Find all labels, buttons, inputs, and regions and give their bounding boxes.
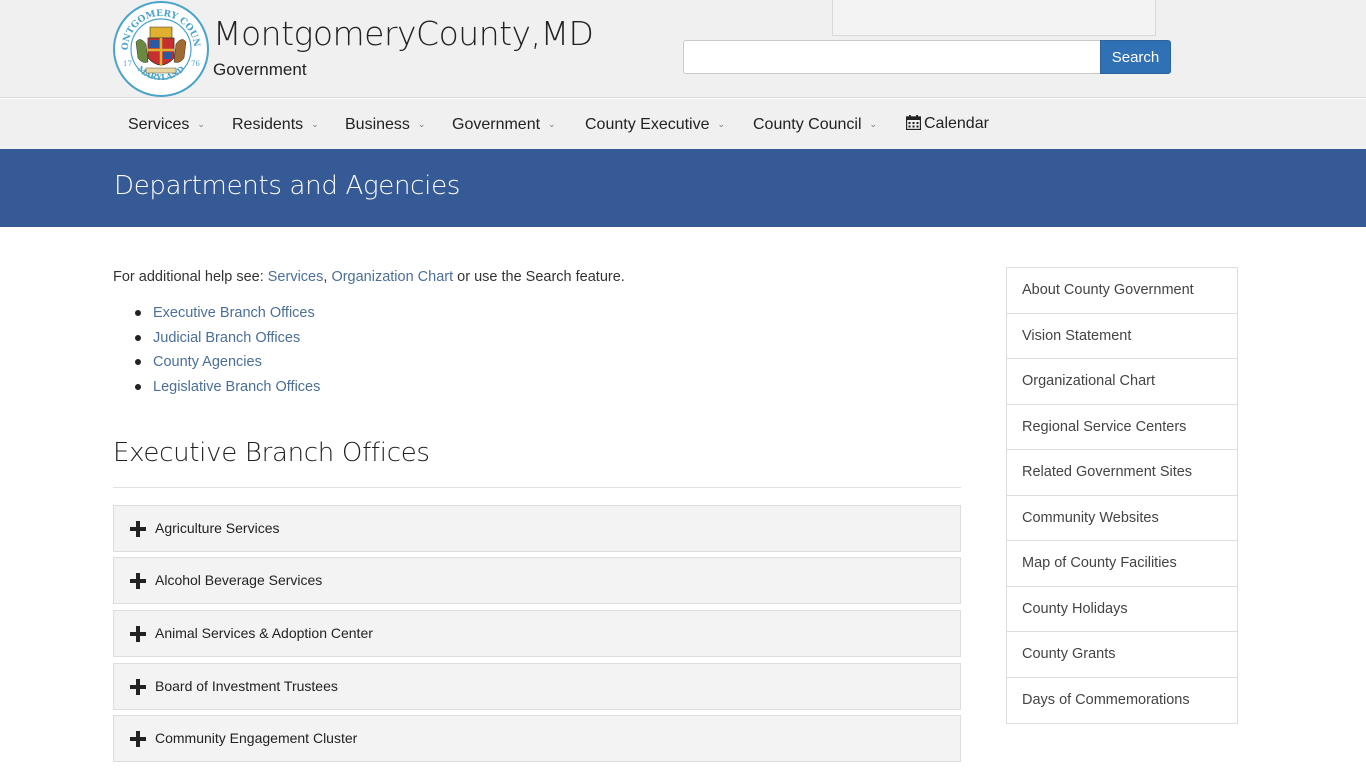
accordion-item-agriculture-services[interactable]: Agriculture Services [113, 505, 961, 552]
nav-item-label: Residents [232, 116, 304, 133]
nav-item-label: Calendar [924, 115, 989, 132]
organization-chart-link[interactable]: Organization Chart [331, 269, 453, 285]
nav-item-label: County Council [753, 116, 862, 133]
nav-item-services[interactable]: Services ⌄ [128, 99, 205, 149]
nav-item-government[interactable]: Government ⌄ [452, 99, 556, 149]
sidebar-item-county-holidays[interactable]: County Holidays [1007, 587, 1237, 632]
plus-icon [130, 679, 146, 695]
plus-icon [130, 626, 146, 642]
sidebar-item-vision-statement[interactable]: Vision Statement [1007, 314, 1237, 359]
chevron-down-icon: ⌄ [417, 119, 426, 129]
nav-item-county-executive[interactable]: County Executive ⌄ [585, 99, 725, 149]
intro-text: For additional help see: Services, Organ… [113, 269, 625, 285]
sidebar-menu: About County Government Vision Statement… [1006, 267, 1238, 724]
top-utility-box [832, 0, 1156, 36]
sidebar-item-regional-service-centers[interactable]: Regional Service Centers [1007, 405, 1237, 450]
page-banner: Departments and Agencies [0, 149, 1366, 227]
seal-year-right: 76 [191, 60, 200, 68]
sidebar-item-days-of-commemorations[interactable]: Days of Commemorations [1007, 678, 1237, 724]
plus-icon [130, 731, 146, 747]
section-divider [113, 487, 961, 488]
sidebar-item-map-of-county-facilities[interactable]: Map of County Facilities [1007, 541, 1237, 587]
search-input[interactable] [683, 40, 1101, 74]
toc-link-county-agencies[interactable]: County Agencies [153, 354, 262, 370]
accordion-item-animal-services[interactable]: Animal Services & Adoption Center [113, 610, 961, 657]
sidebar-item-about-county-government[interactable]: About County Government [1007, 268, 1237, 314]
site-title[interactable]: MontgomeryCounty,MD [213, 14, 594, 53]
plus-icon [130, 521, 146, 537]
sidebar-item-community-websites[interactable]: Community Websites [1007, 496, 1237, 541]
chevron-down-icon: ⌄ [717, 119, 726, 129]
chevron-down-icon: ⌄ [311, 119, 319, 129]
calendar-icon [906, 115, 921, 130]
county-seal-logo[interactable]: MONTGOMERY COUNTY MARYLAND 17 76 [112, 0, 210, 98]
nav-item-label: Services [128, 116, 190, 133]
accordion-label: Board of Investment Trustees [155, 678, 338, 694]
accordion-item-board-of-investment-trustees[interactable]: Board of Investment Trustees [113, 663, 961, 710]
accordion-label: Alcohol Beverage Services [155, 572, 323, 588]
seal-year-left: 17 [123, 60, 132, 68]
nav-item-residents[interactable]: Residents ⌄ [232, 99, 319, 149]
accordion-label: Community Engagement Cluster [155, 730, 358, 746]
nav-item-calendar[interactable]: Calendar [906, 99, 989, 149]
accordion-label: Animal Services & Adoption Center [155, 625, 373, 641]
sidebar-item-organizational-chart[interactable]: Organizational Chart [1007, 359, 1237, 405]
main-navigation: Services ⌄ Residents ⌄ Business ⌄ Governmen… [0, 99, 1366, 149]
site-subtitle: Government [213, 60, 307, 79]
search-button[interactable]: Search [1100, 40, 1171, 74]
toc-link-executive-branch[interactable]: Executive Branch Offices [153, 305, 315, 321]
page-title: Departments and Agencies [114, 171, 461, 201]
nav-item-label: Government [452, 116, 541, 133]
nav-item-label: County Executive [585, 116, 710, 133]
site-header: MONTGOMERY COUNTY MARYLAND 17 76 Montgom… [0, 0, 1366, 98]
list-item: Legislative Branch Offices [134, 377, 320, 402]
sidebar-item-county-grants[interactable]: County Grants [1007, 632, 1237, 678]
accordion-item-alcohol-beverage-services[interactable]: Alcohol Beverage Services [113, 557, 961, 604]
plus-icon [130, 573, 146, 589]
accordion-item-community-engagement-cluster[interactable]: Community Engagement Cluster [113, 715, 961, 762]
toc-link-legislative-branch[interactable]: Legislative Branch Offices [153, 379, 320, 395]
intro-suffix: or use the Search feature. [453, 269, 625, 285]
toc-link-judicial-branch[interactable]: Judicial Branch Offices [153, 330, 300, 346]
list-item: Judicial Branch Offices [134, 328, 320, 353]
list-item: County Agencies [134, 352, 320, 377]
list-item: Executive Branch Offices [134, 303, 320, 328]
section-heading: Executive Branch Offices [113, 438, 430, 468]
nav-item-label: Business [345, 116, 410, 133]
section-links-list: Executive Branch Offices Judicial Branch… [134, 303, 320, 402]
sidebar-item-related-government-sites[interactable]: Related Government Sites [1007, 450, 1237, 496]
nav-item-business[interactable]: Business ⌄ [345, 99, 425, 149]
intro-prefix: For additional help see: [113, 269, 268, 285]
chevron-down-icon: ⌄ [548, 119, 556, 129]
nav-item-county-council[interactable]: County Council ⌄ [753, 99, 877, 149]
chevron-down-icon: ⌄ [869, 119, 878, 129]
services-link[interactable]: Services [268, 269, 324, 285]
chevron-down-icon: ⌄ [197, 119, 205, 129]
accordion-label: Agriculture Services [155, 520, 280, 536]
